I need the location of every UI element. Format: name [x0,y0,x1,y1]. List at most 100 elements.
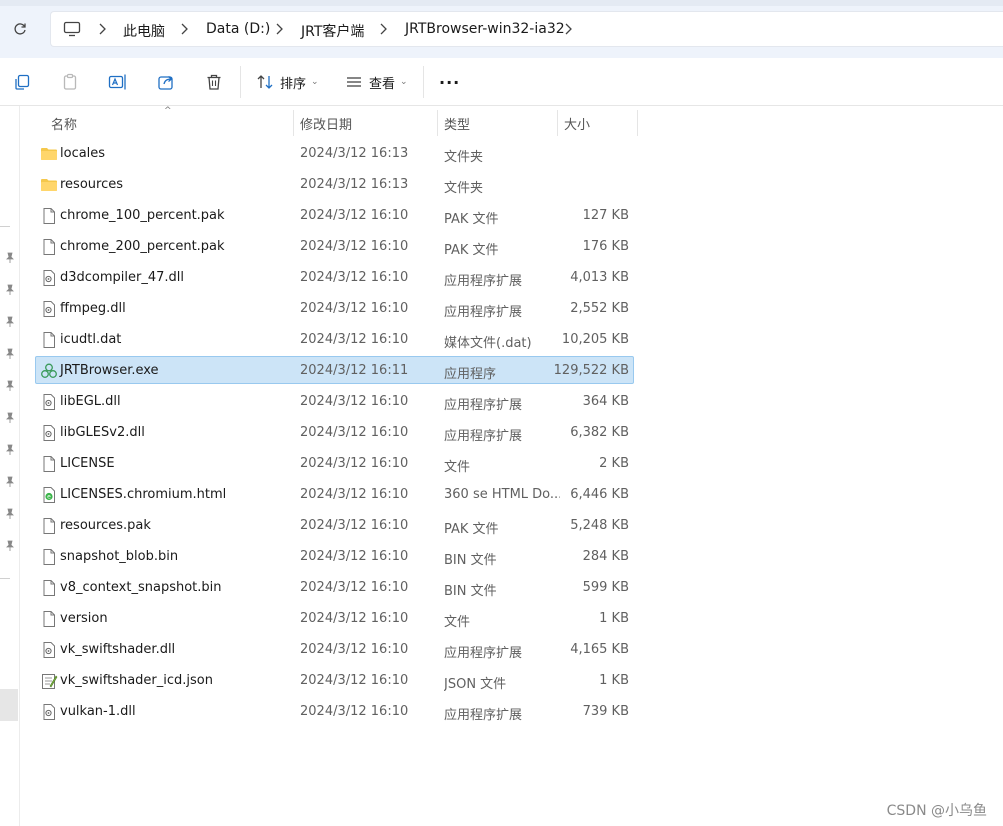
pin-icon[interactable] [4,508,16,520]
chevron-right-icon[interactable] [378,22,388,36]
file-row[interactable]: version 2024/3/12 16:10 文件 1 KB [35,604,634,632]
pin-icon[interactable] [4,284,16,296]
pin-icon[interactable] [4,540,16,552]
dll-file-icon [40,703,58,721]
file-date-modified: 2024/3/12 16:13 [300,146,409,161]
breadcrumb-item-current-folder[interactable]: JRTBrowser-win32-ia32 [405,21,565,37]
application-icon [40,362,58,380]
file-name: vk_swiftshader.dll [60,642,176,657]
pin-icon[interactable] [4,476,16,488]
column-divider[interactable] [557,110,558,136]
file-row[interactable]: v8_context_snapshot.bin 2024/3/12 16:10 BI… [35,573,634,601]
file-size: 4,165 KB [570,642,629,657]
file-row[interactable]: e LICENSES.chromium.html 2024/3/12 16:10 36… [35,480,634,508]
breadcrumb-item-this-pc[interactable]: 此电脑 [123,21,165,41]
file-name: resources [60,177,124,192]
file-type: 应用程序扩展 [444,274,523,289]
file-type: BIN 文件 [444,553,497,568]
column-size[interactable]: 大小 [564,114,590,133]
file-size: 2 KB [599,456,629,471]
rename-icon [108,74,126,90]
file-name: vulkan-1.dll [60,704,136,719]
file-size: 739 KB [582,704,629,719]
file-name: chrome_100_percent.pak [60,208,225,223]
chevron-right-icon[interactable] [179,22,189,36]
file-name: d3dcompiler_47.dll [60,270,185,285]
chevron-right-icon[interactable] [274,22,284,36]
file-date-modified: 2024/3/12 16:10 [300,332,409,347]
file-row[interactable]: icudtl.dat 2024/3/12 16:10 媒体文件(.dat) 10,20… [35,325,634,353]
more-options-button[interactable]: ··· [439,70,460,94]
trash-icon [207,74,221,90]
view-button[interactable]: 查看 ⌄ [345,70,408,94]
file-row[interactable]: d3dcompiler_47.dll 2024/3/12 16:10 应用程序扩展 4… [35,263,634,291]
file-row[interactable]: libEGL.dll 2024/3/12 16:10 应用程序扩展 364 KB [35,387,634,415]
breadcrumb-item-drive[interactable]: Data (D:) [206,21,270,37]
file-name: ffmpeg.dll [60,301,126,316]
file-size: 599 KB [582,580,629,595]
pin-icon[interactable] [4,380,16,392]
command-bar: 排序 ⌄ 查看 ⌄ ··· [0,58,1003,106]
file-type: 文件夹 [444,181,484,196]
file-row[interactable]: snapshot_blob.bin 2024/3/12 16:10 BIN 文件 28… [35,542,634,570]
file-size: 5,248 KB [570,518,629,533]
file-type: 应用程序扩展 [444,429,523,444]
breadcrumb-item-jrt-client[interactable]: JRT客户端 [301,21,364,41]
view-label: 查看 [369,76,396,92]
paste-button[interactable] [61,70,79,94]
title-strip [0,0,1003,6]
column-name[interactable]: 名称 [51,114,77,133]
file-date-modified: 2024/3/12 16:10 [300,611,409,626]
file-row[interactable]: LICENSE 2024/3/12 16:10 文件 2 KB [35,449,634,477]
dll-file-icon [40,424,58,442]
file-row[interactable]: chrome_200_percent.pak 2024/3/12 16:10 PAK… [35,232,634,260]
chevron-right-icon[interactable] [97,22,107,36]
file-size: 284 KB [582,549,629,564]
file-size: 364 KB [582,394,629,409]
file-row[interactable]: locales 2024/3/12 16:13 文件夹 [35,139,634,167]
file-name: locales [60,146,106,161]
file-name: libGLESv2.dll [60,425,145,440]
file-type: 应用程序扩展 [444,708,523,723]
dll-file-icon [40,393,58,411]
file-type: PAK 文件 [444,522,499,537]
file-row[interactable]: vulkan-1.dll 2024/3/12 16:10 应用程序扩展 739 KB [35,697,634,725]
delete-button[interactable] [205,70,223,94]
pin-icon[interactable] [4,252,16,264]
file-icon [40,610,58,628]
file-row[interactable]: ffmpeg.dll 2024/3/12 16:10 应用程序扩展 2,552 KB [35,294,634,322]
file-row-selected[interactable]: JRTBrowser.exe 2024/3/12 16:11 应用程序 129,522… [35,356,634,384]
sort-button[interactable]: 排序 ⌄ [256,70,319,94]
file-type: 360 se HTML Do... [444,487,560,502]
share-button[interactable] [157,70,175,94]
breadcrumb[interactable]: 此电脑 Data (D:) JRT客户端 JRTBrowser-win32-ia… [50,11,1003,47]
column-divider[interactable] [293,110,294,136]
column-type[interactable]: 类型 [444,114,470,133]
refresh-button[interactable] [10,19,30,39]
column-divider[interactable] [437,110,438,136]
column-divider[interactable] [637,110,638,136]
pin-icon[interactable] [4,412,16,424]
file-size: 4,013 KB [570,270,629,285]
pin-icon[interactable] [4,444,16,456]
file-row[interactable]: vk_swiftshader_icd.json 2024/3/12 16:10 JS… [35,666,634,694]
file-name: icudtl.dat [60,332,122,347]
paste-icon [63,73,77,90]
file-row[interactable]: resources 2024/3/12 16:13 文件夹 [35,170,634,198]
svg-text:e: e [47,494,51,501]
copy-button[interactable] [13,70,31,94]
chevron-right-icon[interactable] [563,22,573,36]
file-date-modified: 2024/3/12 16:10 [300,270,409,285]
rename-button[interactable] [108,70,128,94]
pin-icon[interactable] [4,316,16,328]
file-row[interactable]: libGLESv2.dll 2024/3/12 16:10 应用程序扩展 6,382 … [35,418,634,446]
column-date[interactable]: 修改日期 [300,114,352,133]
file-row[interactable]: resources.pak 2024/3/12 16:10 PAK 文件 5,248 … [35,511,634,539]
watermark: CSDN @小乌鱼 [886,803,987,819]
dll-file-icon [40,641,58,659]
file-row[interactable]: chrome_100_percent.pak 2024/3/12 16:10 PAK… [35,201,634,229]
file-row[interactable]: vk_swiftshader.dll 2024/3/12 16:10 应用程序扩展 4… [35,635,634,663]
pin-icon[interactable] [4,348,16,360]
file-icon [40,238,58,256]
nav-item-selected[interactable] [0,689,18,721]
